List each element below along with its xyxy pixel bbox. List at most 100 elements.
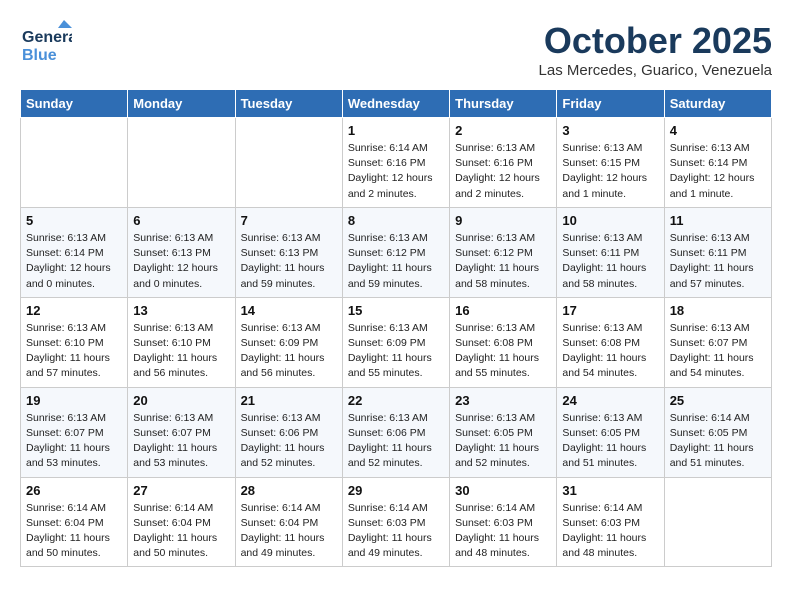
day-info: Sunrise: 6:14 AMSunset: 6:04 PMDaylight:… — [241, 501, 337, 562]
day-number: 16 — [455, 303, 551, 318]
svg-text:Blue: Blue — [22, 47, 57, 64]
svg-text:General: General — [22, 29, 72, 46]
day-info: Sunrise: 6:13 AMSunset: 6:05 PMDaylight:… — [562, 411, 658, 472]
weekday-header: Wednesday — [342, 90, 449, 118]
day-info: Sunrise: 6:13 AMSunset: 6:10 PMDaylight:… — [133, 321, 229, 382]
calendar-cell: 11 Sunrise: 6:13 AMSunset: 6:11 PMDayligh… — [664, 207, 771, 297]
weekday-row: SundayMondayTuesdayWednesdayThursdayFrid… — [21, 90, 772, 118]
calendar-cell: 19 Sunrise: 6:13 AMSunset: 6:07 PMDayligh… — [21, 387, 128, 477]
calendar-cell: 27Sunrise: 6:14 AMSunset: 6:04 PMDayligh… — [128, 477, 235, 567]
calendar-week-row: 5Sunrise: 6:13 AMSunset: 6:14 PMDaylight… — [21, 207, 772, 297]
calendar-cell: 12 Sunrise: 6:13 AMSunset: 6:10 PMDayligh… — [21, 297, 128, 387]
calendar-week-row: 19 Sunrise: 6:13 AMSunset: 6:07 PMDayligh… — [21, 387, 772, 477]
month-title: October 2025 — [539, 20, 772, 62]
day-number: 4 — [670, 123, 766, 138]
day-info: Sunrise: 6:13 AMSunset: 6:12 PMDaylight:… — [348, 231, 444, 292]
calendar-cell — [664, 477, 771, 567]
calendar-cell — [235, 118, 342, 208]
logo: General Blue — [20, 20, 72, 68]
calendar-cell: 15 Sunrise: 6:13 AMSunset: 6:09 PMDayligh… — [342, 297, 449, 387]
day-info: Sunrise: 6:13 AMSunset: 6:07 PMDaylight:… — [670, 321, 766, 382]
calendar-cell: 10Sunrise: 6:13 AMSunset: 6:11 PMDayligh… — [557, 207, 664, 297]
day-info: Sunrise: 6:14 AMSunset: 6:03 PMDaylight:… — [562, 501, 658, 562]
calendar-cell — [21, 118, 128, 208]
day-info: Sunrise: 6:13 AMSunset: 6:07 PMDaylight:… — [26, 411, 122, 472]
day-number: 15 — [348, 303, 444, 318]
day-info: Sunrise: 6:14 AMSunset: 6:16 PMDaylight:… — [348, 141, 444, 202]
day-info: Sunrise: 6:13 AMSunset: 6:15 PMDaylight:… — [562, 141, 658, 202]
calendar-cell: 30 Sunrise: 6:14 AMSunset: 6:03 PMDayligh… — [450, 477, 557, 567]
calendar-cell: 18 Sunrise: 6:13 AMSunset: 6:07 PMDayligh… — [664, 297, 771, 387]
day-number: 7 — [241, 213, 337, 228]
calendar-header: SundayMondayTuesdayWednesdayThursdayFrid… — [21, 90, 772, 118]
day-info: Sunrise: 6:14 AMSunset: 6:03 PMDaylight:… — [348, 501, 444, 562]
day-number: 8 — [348, 213, 444, 228]
day-info: Sunrise: 6:13 AMSunset: 6:16 PMDaylight:… — [455, 141, 551, 202]
day-number: 17 — [562, 303, 658, 318]
day-info: Sunrise: 6:14 AMSunset: 6:04 PMDaylight:… — [133, 501, 229, 562]
day-info: Sunrise: 6:13 AMSunset: 6:13 PMDaylight:… — [241, 231, 337, 292]
calendar-cell: 2 Sunrise: 6:13 AMSunset: 6:16 PMDaylight… — [450, 118, 557, 208]
weekday-header: Sunday — [21, 90, 128, 118]
day-number: 23 — [455, 393, 551, 408]
calendar-cell: 22 Sunrise: 6:13 AMSunset: 6:06 PMDayligh… — [342, 387, 449, 477]
day-info: Sunrise: 6:13 AMSunset: 6:11 PMDaylight:… — [670, 231, 766, 292]
day-number: 20 — [133, 393, 229, 408]
day-number: 26 — [26, 483, 122, 498]
calendar-week-row: 26 Sunrise: 6:14 AMSunset: 6:04 PMDayligh… — [21, 477, 772, 567]
day-number: 21 — [241, 393, 337, 408]
day-info: Sunrise: 6:13 AMSunset: 6:09 PMDaylight:… — [241, 321, 337, 382]
calendar-cell: 24 Sunrise: 6:13 AMSunset: 6:05 PMDayligh… — [557, 387, 664, 477]
day-number: 12 — [26, 303, 122, 318]
day-info: Sunrise: 6:13 AMSunset: 6:06 PMDaylight:… — [241, 411, 337, 472]
calendar-cell: 21 Sunrise: 6:13 AMSunset: 6:06 PMDayligh… — [235, 387, 342, 477]
calendar-cell: 17Sunrise: 6:13 AMSunset: 6:08 PMDayligh… — [557, 297, 664, 387]
day-number: 6 — [133, 213, 229, 228]
calendar-cell: 16 Sunrise: 6:13 AMSunset: 6:08 PMDayligh… — [450, 297, 557, 387]
day-number: 29 — [348, 483, 444, 498]
day-info: Sunrise: 6:13 AMSunset: 6:08 PMDaylight:… — [455, 321, 551, 382]
calendar-cell: 8 Sunrise: 6:13 AMSunset: 6:12 PMDaylight… — [342, 207, 449, 297]
day-number: 22 — [348, 393, 444, 408]
day-number: 25 — [670, 393, 766, 408]
day-number: 19 — [26, 393, 122, 408]
day-number: 5 — [26, 213, 122, 228]
day-number: 13 — [133, 303, 229, 318]
calendar-cell: 1 Sunrise: 6:14 AMSunset: 6:16 PMDaylight… — [342, 118, 449, 208]
day-number: 24 — [562, 393, 658, 408]
calendar-cell: 26 Sunrise: 6:14 AMSunset: 6:04 PMDayligh… — [21, 477, 128, 567]
weekday-header: Friday — [557, 90, 664, 118]
logo-icon: General Blue — [20, 20, 72, 68]
calendar-cell: 5Sunrise: 6:13 AMSunset: 6:14 PMDaylight… — [21, 207, 128, 297]
day-number: 2 — [455, 123, 551, 138]
calendar-cell: 14 Sunrise: 6:13 AMSunset: 6:09 PMDayligh… — [235, 297, 342, 387]
day-number: 1 — [348, 123, 444, 138]
calendar-cell — [128, 118, 235, 208]
day-info: Sunrise: 6:13 AMSunset: 6:12 PMDaylight:… — [455, 231, 551, 292]
calendar-body: 1 Sunrise: 6:14 AMSunset: 6:16 PMDaylight… — [21, 118, 772, 567]
day-info: Sunrise: 6:14 AMSunset: 6:04 PMDaylight:… — [26, 501, 122, 562]
calendar-week-row: 1 Sunrise: 6:14 AMSunset: 6:16 PMDaylight… — [21, 118, 772, 208]
calendar-cell: 25Sunrise: 6:14 AMSunset: 6:05 PMDayligh… — [664, 387, 771, 477]
page-header: General Blue October 2025 Las Mercedes, … — [20, 20, 772, 79]
day-number: 28 — [241, 483, 337, 498]
day-info: Sunrise: 6:13 AMSunset: 6:11 PMDaylight:… — [562, 231, 658, 292]
day-number: 9 — [455, 213, 551, 228]
day-info: Sunrise: 6:13 AMSunset: 6:06 PMDaylight:… — [348, 411, 444, 472]
day-info: Sunrise: 6:13 AMSunset: 6:09 PMDaylight:… — [348, 321, 444, 382]
day-info: Sunrise: 6:14 AMSunset: 6:03 PMDaylight:… — [455, 501, 551, 562]
day-number: 14 — [241, 303, 337, 318]
weekday-header: Tuesday — [235, 90, 342, 118]
calendar-cell: 23Sunrise: 6:13 AMSunset: 6:05 PMDayligh… — [450, 387, 557, 477]
day-number: 30 — [455, 483, 551, 498]
title-area: October 2025 Las Mercedes, Guarico, Vene… — [539, 20, 772, 79]
location: Las Mercedes, Guarico, Venezuela — [539, 62, 772, 79]
calendar-cell: 4Sunrise: 6:13 AMSunset: 6:14 PMDaylight… — [664, 118, 771, 208]
weekday-header: Saturday — [664, 90, 771, 118]
day-info: Sunrise: 6:13 AMSunset: 6:10 PMDaylight:… — [26, 321, 122, 382]
calendar-week-row: 12 Sunrise: 6:13 AMSunset: 6:10 PMDayligh… — [21, 297, 772, 387]
calendar-cell: 13 Sunrise: 6:13 AMSunset: 6:10 PMDayligh… — [128, 297, 235, 387]
weekday-header: Monday — [128, 90, 235, 118]
day-number: 18 — [670, 303, 766, 318]
day-number: 11 — [670, 213, 766, 228]
